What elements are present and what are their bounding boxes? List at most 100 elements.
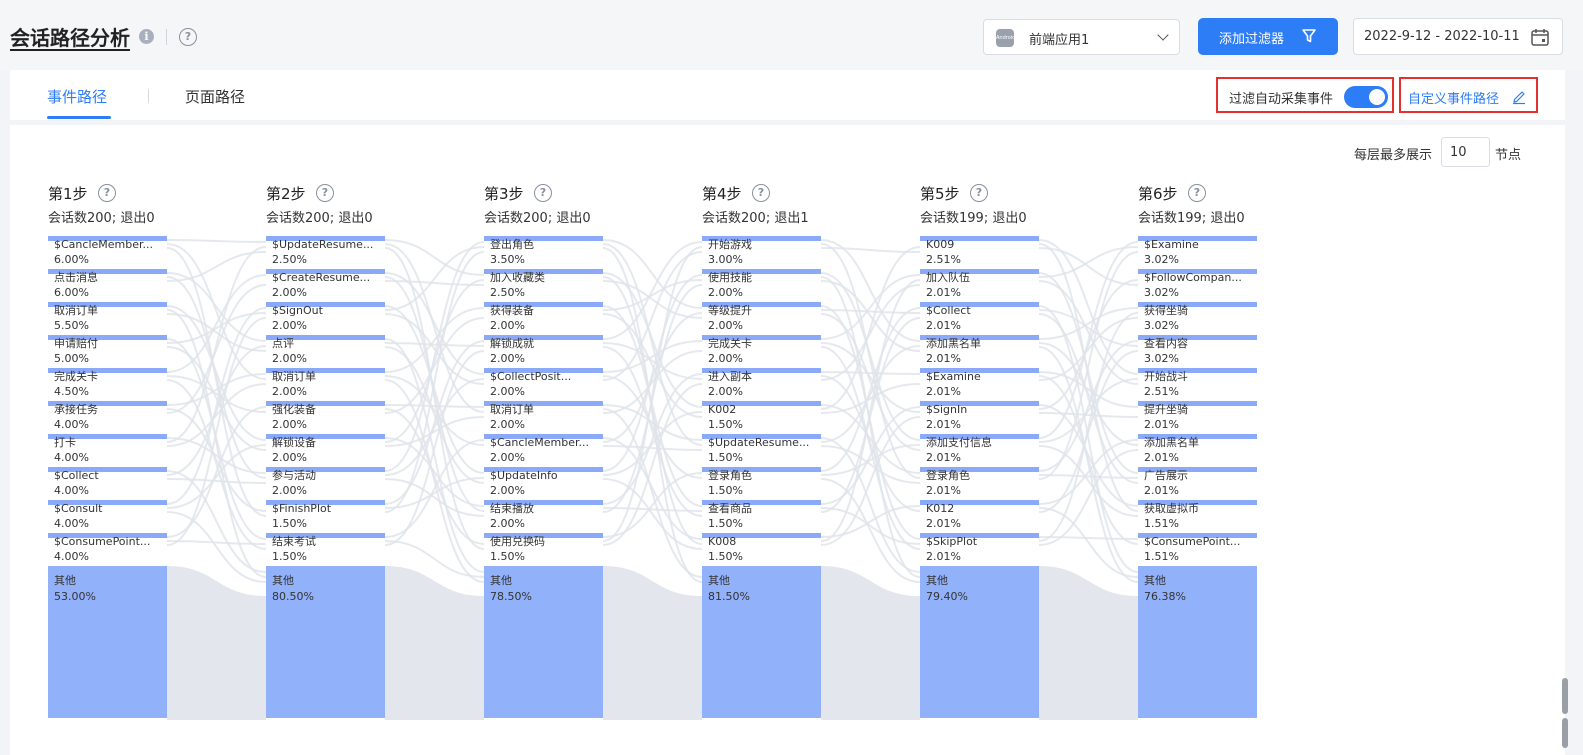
sankey-node-percent: 2.00%: [272, 319, 307, 332]
scrollbar-thumb[interactable]: [1562, 678, 1568, 714]
sankey-node-percent: 2.00%: [490, 385, 525, 398]
chevron-down-icon: [1157, 29, 1169, 41]
sankey-node-percent: 2.00%: [708, 319, 743, 332]
step-help-icon[interactable]: ?: [1188, 184, 1206, 202]
sankey-node-label: $ConsumePoint...: [1144, 535, 1241, 548]
step-help-icon[interactable]: ?: [752, 184, 770, 202]
sankey-node-percent: 2.50%: [490, 286, 525, 299]
sankey-node-percent: 1.50%: [708, 517, 743, 530]
sankey-node-label: 开始战斗: [1144, 370, 1188, 383]
add-filter-label: 添加过滤器: [1219, 32, 1285, 47]
page-title: 会话路径分析: [10, 26, 130, 50]
step-title: 第4步: [702, 185, 742, 203]
sankey-node-label: K009: [926, 238, 955, 251]
sankey-node-other[interactable]: [920, 566, 1039, 718]
sankey-link-other: [385, 566, 484, 720]
sankey-node-label: 点评: [272, 337, 294, 350]
sankey-node-label: 添加黑名单: [1144, 436, 1199, 449]
sankey-node-percent: 1.50%: [272, 550, 307, 563]
sankey-node-percent: 2.51%: [926, 253, 961, 266]
sankey-node-percent: 2.00%: [708, 352, 743, 365]
sankey-node-percent: 1.50%: [708, 550, 743, 563]
scrollbar-thumb-secondary[interactable]: [1562, 718, 1568, 748]
sankey-node-percent: 1.50%: [708, 418, 743, 431]
sankey-node-percent: 1.50%: [708, 484, 743, 497]
sankey-node-label: $SignOut: [272, 304, 323, 317]
step-session-summary: 会话数200; 退出0: [48, 211, 155, 226]
sankey-node-other[interactable]: [1138, 566, 1257, 718]
add-filter-button[interactable]: 添加过滤器: [1198, 18, 1338, 55]
sankey-node-label: $ConsumePoint...: [54, 535, 151, 548]
sankey-node-label: 解锁设备: [272, 436, 316, 449]
sankey-link: [602, 437, 703, 540]
sankey-node-label: 完成关卡: [708, 337, 752, 350]
step-session-summary: 会话数200; 退出1: [702, 211, 809, 226]
calendar-icon: [1531, 29, 1549, 46]
sankey-link: [602, 445, 703, 451]
sankey-node-label: 提升坐骑: [1144, 403, 1188, 416]
sankey-node-percent: 2.01%: [1144, 451, 1179, 464]
content-panel: 事件路径 页面路径 过滤自动采集事件 自定义事件路径 每层最多展示 10 节点 …: [10, 70, 1565, 755]
sankey-node-label: 承接任务: [54, 403, 98, 416]
sankey-node-label: 点击消息: [54, 271, 98, 284]
sankey-link: [1038, 412, 1139, 418]
step-help-icon[interactable]: ?: [98, 184, 116, 202]
sankey-node-percent: 3.00%: [708, 253, 743, 266]
step-title: 第2步: [266, 185, 306, 203]
sankey-link: [384, 408, 485, 545]
step-title: 第1步: [48, 185, 88, 203]
date-range-value: 2022-9-12 - 2022-10-11: [1364, 29, 1520, 44]
sankey-node-label: 添加支付信息: [926, 436, 992, 449]
sankey-node-label: 开始游戏: [708, 238, 752, 251]
sankey-node-label: 取消订单: [54, 304, 98, 317]
help-icon[interactable]: ?: [179, 28, 197, 46]
sankey-node-label: 参与活动: [272, 469, 316, 482]
sankey-node-label: 申请赔付: [54, 337, 98, 350]
sankey-node-percent: 2.50%: [272, 253, 307, 266]
info-icon[interactable]: i: [139, 29, 154, 44]
sankey-node-percent: 78.50%: [490, 590, 532, 603]
sankey-link: [1038, 251, 1139, 480]
sankey-node-label: $SkipPlot: [926, 535, 978, 548]
sankey-node-percent: 1.50%: [272, 517, 307, 530]
sankey-node-other[interactable]: [702, 566, 821, 718]
sankey-node-label: 登录角色: [708, 469, 752, 482]
step-title: 第6步: [1138, 185, 1178, 203]
sankey-node-other[interactable]: [266, 566, 385, 718]
sankey-node-percent: 2.51%: [1144, 385, 1179, 398]
sankey-node-percent: 2.01%: [926, 517, 961, 530]
sankey-link: [166, 239, 267, 243]
sankey-node-label: 获取虚拟币: [1144, 502, 1199, 515]
sankey-node-other[interactable]: [48, 566, 167, 718]
filter-icon: [1302, 29, 1316, 43]
sankey-node-label: 添加黑名单: [926, 337, 981, 350]
sankey-node-label: 获得坐骑: [1144, 304, 1188, 317]
sankey-node-label: 结束播放: [490, 502, 534, 515]
step-help-icon[interactable]: ?: [316, 184, 334, 202]
sankey-node-percent: 2.00%: [272, 352, 307, 365]
sankey-node-percent: 2.01%: [926, 418, 961, 431]
sankey-node-label: $SignIn: [926, 403, 968, 416]
sankey-node-percent: 1.51%: [1144, 517, 1179, 530]
sankey-node-label: 使用兑换码: [490, 535, 545, 548]
sankey-node-label: $CollectPosit...: [490, 370, 572, 383]
sankey-node-label: 加入收藏类: [490, 271, 545, 284]
sankey-node-label: 广告展示: [1144, 469, 1188, 482]
sankey-node-other[interactable]: [484, 566, 603, 718]
sankey-node-label: 获得装备: [490, 304, 534, 317]
sankey-node-percent: 2.01%: [926, 385, 961, 398]
sankey-link: [166, 317, 267, 546]
date-range-picker[interactable]: 2022-9-12 - 2022-10-11: [1353, 18, 1563, 55]
sankey-link: [820, 371, 921, 375]
app-select[interactable]: Android 前端应用1: [983, 19, 1180, 55]
step-help-icon[interactable]: ?: [970, 184, 988, 202]
sankey-node-percent: 2.01%: [926, 451, 961, 464]
sankey-node-percent: 6.00%: [54, 253, 89, 266]
sankey-node-percent: 3.02%: [1144, 352, 1179, 365]
sankey-node-percent: 79.40%: [926, 590, 968, 603]
sankey-link: [820, 507, 921, 545]
sankey-node-label: 登录角色: [926, 469, 970, 482]
android-icon: Android: [996, 29, 1015, 47]
step-help-icon[interactable]: ?: [534, 184, 552, 202]
step-title: 第5步: [920, 185, 960, 203]
